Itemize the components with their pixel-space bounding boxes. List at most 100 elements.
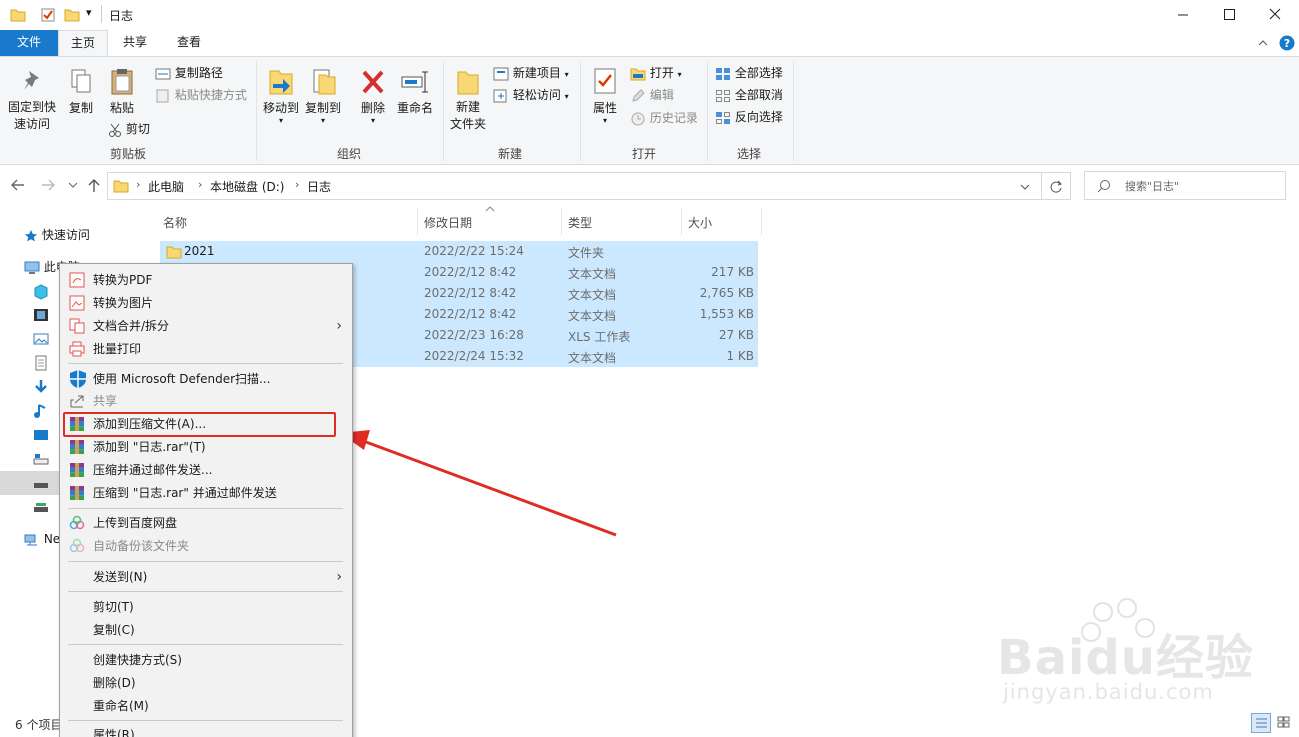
delete-button[interactable]: 删除 ▾ [356, 67, 390, 125]
tab-file[interactable]: 文件 [0, 30, 58, 56]
pin-quick-access-button[interactable]: 固定到快 速访问 [6, 67, 58, 133]
breadcrumb-this-pc[interactable]: 此电脑 [148, 178, 184, 195]
column-header-date[interactable]: 修改日期 [424, 214, 472, 231]
history-button[interactable]: 历史记录 [630, 109, 698, 126]
tab-home[interactable]: 主页 [58, 30, 108, 57]
maximize-button[interactable] [1206, 0, 1252, 30]
chevron-down-icon[interactable] [1020, 183, 1030, 191]
desktop-icon[interactable] [33, 428, 49, 444]
menu-item-batch-print[interactable]: 批量打印 [60, 338, 352, 360]
breadcrumb-disk-d[interactable]: 本地磁盘 (D:) [210, 178, 284, 195]
menu-item-merge-split[interactable]: 文档合并/拆分 › [60, 315, 352, 337]
help-icon[interactable]: ? [1279, 35, 1295, 51]
network-icon [24, 534, 37, 545]
menu-item-compress-email[interactable]: 压缩并通过邮件发送... [60, 459, 352, 481]
column-header-size[interactable]: 大小 [688, 214, 712, 231]
select-none-button[interactable]: 全部取消 [715, 86, 783, 103]
up-arrow-icon[interactable] [87, 177, 101, 193]
menu-item-label: 添加到 "日志.rar"(T) [93, 440, 206, 454]
close-button[interactable] [1252, 0, 1298, 30]
column-divider[interactable] [761, 208, 762, 235]
back-arrow-icon[interactable] [10, 178, 26, 192]
move-to-button[interactable]: 移动到 ▾ [261, 67, 301, 125]
menu-item-delete[interactable]: 删除(D) [60, 672, 352, 694]
copy-button[interactable]: 复制 [64, 67, 98, 116]
music-icon[interactable] [33, 403, 49, 419]
search-box[interactable]: 搜索"日志" [1084, 171, 1286, 200]
pdf-icon [69, 272, 85, 288]
downloads-icon[interactable] [33, 379, 49, 395]
history-label: 历史记录 [649, 111, 698, 125]
file-date: 2022/2/24 15:32 [424, 349, 524, 363]
chevron-up-icon[interactable] [1257, 37, 1269, 49]
address-bar[interactable]: › 此电脑 › 本地磁盘 (D:) › 日志 [107, 172, 1042, 200]
copy-to-label: 复制到 [304, 101, 341, 115]
menu-item-copy[interactable]: 复制(C) [60, 619, 352, 641]
drive-d-icon[interactable] [33, 476, 49, 492]
column-divider[interactable] [417, 208, 418, 235]
breadcrumb-current[interactable]: 日志 [307, 178, 331, 195]
forward-arrow-icon[interactable] [40, 178, 56, 192]
menu-item-auto-backup[interactable]: 自动备份该文件夹 [60, 535, 352, 557]
column-header-name[interactable]: 名称 [163, 214, 187, 231]
minimize-button[interactable] [1160, 0, 1206, 30]
nav-network[interactable]: Ne [24, 528, 60, 550]
rename-button[interactable]: 重命名 [395, 67, 435, 116]
easy-access-button[interactable]: 轻松访问 ▾ [493, 86, 569, 103]
menu-item-cut[interactable]: 剪切(T) [60, 596, 352, 618]
new-folder-button[interactable]: 新建 文件夹 [448, 67, 488, 133]
properties-icon[interactable] [40, 7, 56, 23]
pin-label-2: 速访问 [13, 117, 50, 131]
large-icons-view-button[interactable] [1274, 713, 1294, 733]
easy-access-label: 轻松访问 [512, 88, 561, 102]
column-header-type[interactable]: 类型 [568, 214, 592, 231]
nav-quick-access[interactable]: 快速访问 [24, 224, 90, 246]
copy-path-label: 复制路径 [174, 66, 223, 80]
details-view-button[interactable] [1251, 713, 1271, 733]
open-button[interactable]: 打开 ▾ [630, 64, 682, 81]
menu-item-rename[interactable]: 重命名(M) [60, 695, 352, 717]
menu-item-compress-rar-email[interactable]: 压缩到 "日志.rar" 并通过邮件发送 [60, 482, 352, 504]
nav-selected-row[interactable] [0, 471, 60, 495]
properties-button[interactable]: 属性 ▾ [588, 67, 622, 125]
chevron-right-icon[interactable]: › [136, 178, 140, 191]
menu-item-share[interactable]: 共享 [60, 390, 352, 412]
invert-selection-button[interactable]: 反向选择 [715, 108, 783, 125]
cut-button[interactable]: 剪切 [108, 120, 150, 137]
column-divider[interactable] [561, 208, 562, 235]
recent-dropdown-icon[interactable] [68, 181, 78, 189]
3d-objects-icon[interactable] [33, 284, 49, 300]
chevron-right-icon[interactable]: › [295, 178, 299, 191]
copy-to-button[interactable]: 复制到 ▾ [303, 67, 343, 125]
documents-icon[interactable] [33, 355, 49, 371]
menu-item-defender-scan[interactable]: 使用 Microsoft Defender扫描... [60, 368, 352, 390]
menu-item-convert-image[interactable]: 转换为图片 [60, 292, 352, 314]
new-folder-label-2: 文件夹 [449, 117, 486, 131]
new-item-button[interactable]: 新建项目 ▾ [493, 64, 569, 81]
chevron-right-icon[interactable]: › [198, 178, 202, 191]
menu-item-add-to-rar[interactable]: 添加到 "日志.rar"(T) [60, 436, 352, 458]
drive-c-icon[interactable] [33, 452, 49, 468]
tab-share[interactable]: 共享 [112, 30, 158, 56]
select-all-button[interactable]: 全部选择 [715, 64, 783, 81]
edit-button[interactable]: 编辑 [630, 86, 674, 103]
menu-item-create-shortcut[interactable]: 创建快捷方式(S) [60, 649, 352, 671]
pictures-icon[interactable] [33, 331, 49, 347]
videos-icon[interactable] [33, 307, 49, 323]
paste-button[interactable]: 粘贴 [104, 67, 140, 116]
menu-item-label: 使用 Microsoft Defender扫描... [93, 372, 271, 386]
new-folder-icon[interactable] [64, 7, 80, 23]
copy-path-button[interactable]: 复制路径 [155, 64, 223, 81]
menu-item-send-to[interactable]: 发送到(N) › [60, 566, 352, 588]
column-divider[interactable] [681, 208, 682, 235]
menu-item-properties[interactable]: 属性(R) [60, 724, 352, 737]
drive-icon[interactable] [33, 500, 49, 516]
refresh-button[interactable] [1042, 172, 1071, 200]
menu-item-convert-pdf[interactable]: 转换为PDF [60, 269, 352, 291]
copy-path-icon [155, 68, 171, 79]
tab-view[interactable]: 查看 [166, 30, 212, 56]
table-row[interactable]: 2021 2022/2/22 15:24 文件夹 [160, 241, 758, 262]
menu-item-upload-baidu[interactable]: 上传到百度网盘 [60, 512, 352, 534]
qat-dropdown-icon[interactable]: ▾ [86, 6, 92, 19]
paste-shortcut-button[interactable]: 粘贴快捷方式 [155, 86, 247, 103]
